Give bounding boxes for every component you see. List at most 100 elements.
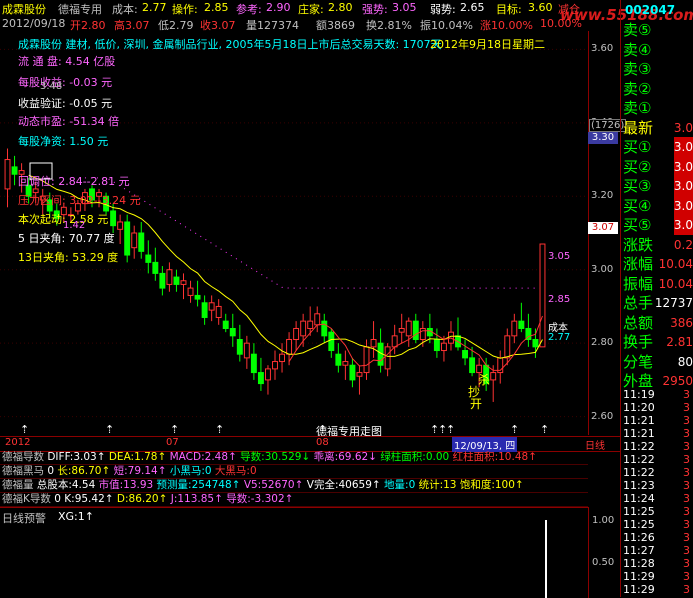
indicator-value: 预测量:254748↑	[156, 479, 244, 491]
candle[interactable]	[4, 159, 11, 190]
indicator-name[interactable]: 德福黑马	[2, 465, 47, 477]
candle[interactable]	[11, 166, 18, 175]
candle[interactable]	[215, 305, 222, 318]
candle[interactable]	[201, 302, 208, 318]
candle[interactable]	[272, 361, 278, 370]
warning-axis: 1.00 0.50	[588, 507, 620, 597]
candle[interactable]	[264, 368, 271, 381]
candle[interactable]	[166, 269, 173, 285]
candle[interactable]	[440, 342, 447, 352]
candle[interactable]	[518, 320, 525, 329]
candle[interactable]	[257, 372, 264, 385]
candle[interactable]	[433, 339, 440, 352]
pt-348-label: 3.48	[40, 81, 63, 92]
candle[interactable]	[222, 320, 229, 329]
candle[interactable]	[504, 335, 511, 359]
candle[interactable]	[342, 361, 349, 366]
candle[interactable]	[131, 232, 138, 249]
candle[interactable]	[187, 287, 194, 296]
indicator-row[interactable]: 德福黑马 0 长:86.70↑ 短:79.14↑ 小黑马:0 大黑马:0	[2, 465, 257, 478]
candle[interactable]	[279, 353, 286, 363]
tick-price: 3	[683, 440, 690, 453]
candle[interactable]	[145, 254, 152, 263]
candle[interactable]	[370, 339, 377, 348]
candle[interactable]	[539, 243, 546, 348]
candle[interactable]	[138, 232, 145, 252]
indicator-name[interactable]: 德福专用	[58, 1, 102, 17]
candle[interactable]	[110, 210, 117, 227]
candle[interactable]	[314, 313, 321, 326]
candle[interactable]	[286, 339, 293, 355]
indicator-name[interactable]: 德福导数	[2, 451, 47, 463]
indicator-value: V完全:40659↑	[306, 479, 385, 491]
overlay-title: 成霖股份 建材, 低价, 深圳, 金属制品行业, 2005年5月18日上市后总交…	[18, 38, 442, 51]
period-label[interactable]: 日线	[585, 437, 605, 452]
info-row: 流 通 盘: 4.54 亿股	[18, 53, 115, 69]
info-label: 5 日夹角:	[18, 232, 66, 245]
candle[interactable]	[363, 346, 370, 374]
candle[interactable]	[300, 320, 307, 337]
candle[interactable]	[349, 364, 356, 381]
candle[interactable]	[321, 320, 328, 337]
candle[interactable]	[159, 272, 166, 289]
candle[interactable]	[490, 372, 497, 381]
signal-arrow-icon: ⇡	[446, 423, 455, 435]
candle[interactable]	[398, 327, 405, 333]
indicator-row[interactable]: 德福K导数 0 K:95.42↑ D:86.20↑ J:113.85↑ 导数:-…	[2, 493, 293, 506]
indicator-name[interactable]: 德福量	[2, 479, 37, 491]
candle[interactable]	[236, 339, 243, 355]
date-axis: 2012 07 08 12/09/13, 四 日线	[0, 436, 620, 452]
candle[interactable]	[335, 353, 342, 366]
candle[interactable]	[293, 327, 300, 341]
target-value: 3.60	[528, 1, 553, 14]
indicator-value: 长:86.70↑	[57, 465, 114, 477]
candle[interactable]	[117, 221, 124, 230]
candle[interactable]	[124, 221, 131, 256]
indicator-row[interactable]: 德福导数 DIFF:3.03↑ DEA:1.78↑ MACD:2.48↑ 导数:…	[2, 451, 537, 464]
candle[interactable]	[405, 320, 412, 337]
candle[interactable]	[229, 327, 236, 337]
stock-code[interactable]: 002047	[625, 3, 675, 17]
price-tick: 2.80	[591, 337, 614, 349]
stock-name[interactable]: 成霖股份	[2, 1, 46, 17]
candle[interactable]	[391, 335, 398, 348]
indicator-value: D:86.20↑	[116, 493, 171, 505]
quote-label: 最新	[623, 118, 654, 137]
candle[interactable]	[511, 320, 518, 337]
weak-label: 弱势:	[430, 3, 456, 16]
candle[interactable]	[208, 302, 215, 311]
candle[interactable]	[194, 294, 201, 300]
quote-label: 买①	[623, 138, 652, 156]
signal-arrow-icon: ⇡	[170, 423, 179, 435]
candle[interactable]	[412, 320, 419, 341]
candle[interactable]	[180, 280, 187, 285]
candle[interactable]	[532, 339, 539, 348]
quote-value: 0.2	[673, 237, 693, 252]
candle[interactable]	[307, 320, 314, 329]
indicator-row[interactable]: 德福量 总股本:4.54 市值:13.93 预测量:254748↑ V5:526…	[2, 479, 524, 492]
indicator-value: J:113.85↑	[170, 493, 227, 505]
candle[interactable]	[243, 342, 250, 359]
indicator-name[interactable]: 德福K导数	[2, 493, 54, 505]
quote-label: 买③	[623, 177, 652, 195]
indicator-value: MACD:2.48↑	[169, 451, 241, 463]
quote-value: 3.0	[673, 195, 693, 216]
info-value: 53.29 度	[68, 251, 119, 264]
candle[interactable]	[250, 353, 257, 374]
candle[interactable]	[328, 331, 335, 352]
candle[interactable]	[152, 261, 159, 274]
candle[interactable]	[469, 357, 476, 374]
price-axis: 3.603.403.203.002.802.60 (1726) 3.30 3.0…	[588, 31, 627, 435]
info-row: 13日夹角: 53.29 度	[18, 249, 118, 265]
candle[interactable]	[173, 276, 180, 285]
candle[interactable]	[419, 327, 426, 341]
candle[interactable]	[356, 372, 363, 377]
quote-label: 换手	[623, 333, 654, 351]
candle[interactable]	[384, 346, 391, 370]
warning-panel[interactable]: 日线预警 XG:1↑	[0, 507, 589, 598]
quote-label: 卖③	[623, 60, 652, 78]
kline-chart[interactable]: ⇡ ⇡ ⇡ ⇡ ⇡ ⇡ ⇡ ⇡ ⇡ ⇡ 成霖股份 建材, 低价, 深圳, 金属制品行业, 2005…	[0, 31, 589, 438]
tick-price: 3	[683, 414, 690, 427]
candle[interactable]	[462, 350, 469, 359]
info-row: 5 日夹角: 70.77 度	[18, 230, 115, 246]
